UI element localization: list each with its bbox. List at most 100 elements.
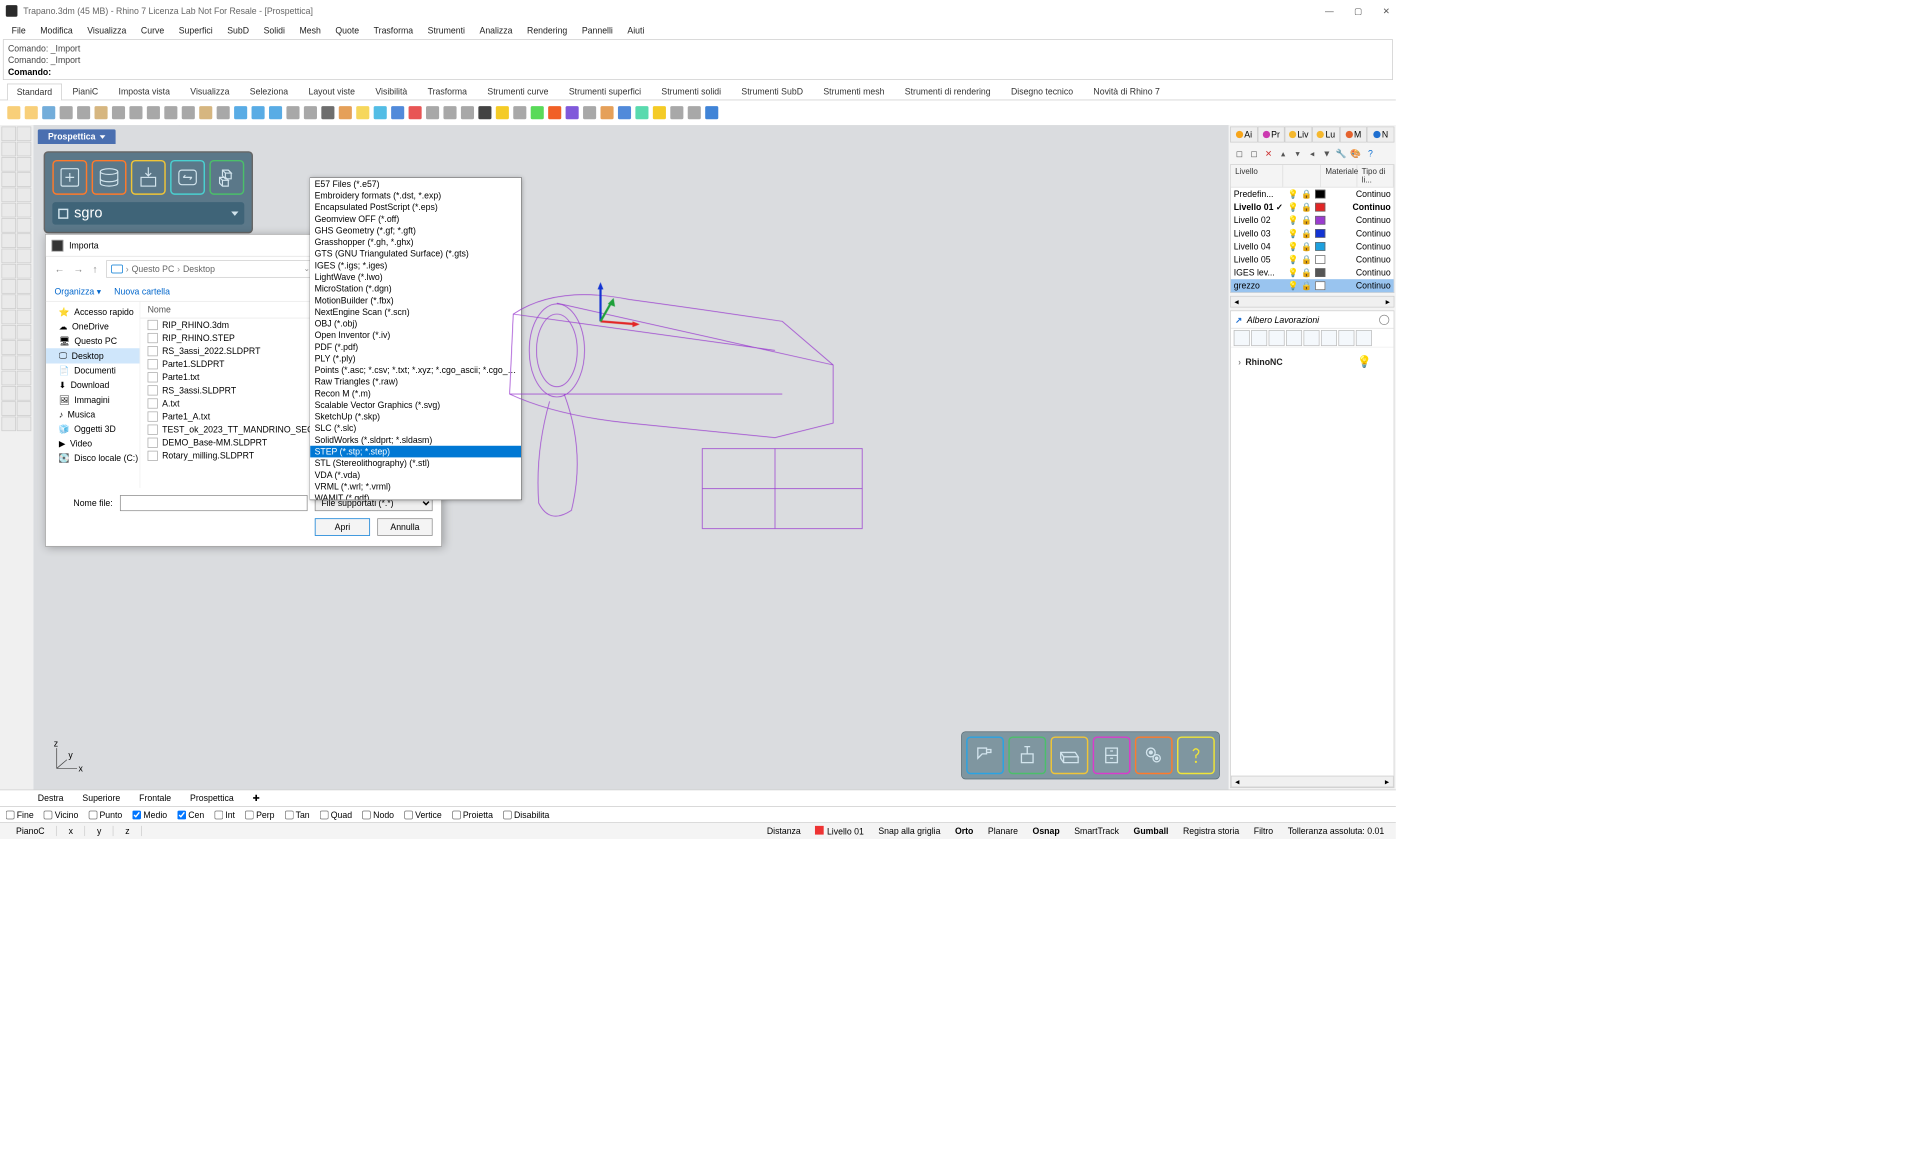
toolbar-button-8[interactable] xyxy=(145,105,161,121)
tool-24[interactable] xyxy=(1,310,16,325)
color-icon[interactable]: 🎨 xyxy=(1349,147,1362,160)
tool-9[interactable] xyxy=(17,188,32,203)
tree-item[interactable]: ☁OneDrive xyxy=(46,319,140,334)
viewport-prospettica[interactable]: Prospettica xzy xyxy=(33,125,1228,789)
view-tab-superiore[interactable]: Superiore xyxy=(74,791,129,806)
layer-row[interactable]: Predefin...💡🔒Continuo xyxy=(1231,188,1394,201)
rhinonc-tool-6[interactable] xyxy=(1338,330,1354,346)
command-area[interactable]: Comando: _Import Comando: _Import Comand… xyxy=(3,39,1393,80)
action-stock[interactable] xyxy=(1051,736,1089,774)
tool-33[interactable] xyxy=(17,371,32,386)
layer-row[interactable]: grezzo💡🔒Continuo xyxy=(1231,279,1394,292)
rhinonc-tool-2[interactable] xyxy=(1269,330,1285,346)
tree-item[interactable]: 💽Disco locale (C:) xyxy=(46,451,140,466)
toolbar-button-35[interactable] xyxy=(616,105,632,121)
status-osnap[interactable]: Osnap xyxy=(1025,826,1067,836)
filetype-option[interactable]: Recon M (*.m) xyxy=(310,387,521,399)
tool-16[interactable] xyxy=(1,249,16,264)
tool-11[interactable] xyxy=(17,203,32,218)
toolbar-button-3[interactable] xyxy=(58,105,74,121)
menu-curve[interactable]: Curve xyxy=(135,24,170,37)
add-view-tab[interactable]: ✚ xyxy=(244,791,269,806)
tab-disegno-tecnico[interactable]: Disegno tecnico xyxy=(1002,83,1083,100)
osnap-int[interactable]: Int xyxy=(214,810,235,820)
menu-trasforma[interactable]: Trasforma xyxy=(368,24,419,37)
tree-item[interactable]: ⬇Download xyxy=(46,378,140,393)
filetype-option[interactable]: Embroidery formats (*.dst, *.exp) xyxy=(310,190,521,202)
layer-row[interactable]: Livello 04💡🔒Continuo xyxy=(1231,240,1394,253)
toolbar-button-20[interactable] xyxy=(355,105,371,121)
filetype-option[interactable]: SketchUp (*.skp) xyxy=(310,411,521,423)
tab-visualizza[interactable]: Visualizza xyxy=(181,83,239,100)
tools-icon[interactable]: 🔧 xyxy=(1335,147,1348,160)
filter-icon[interactable]: ▼ xyxy=(1320,147,1333,160)
filetype-option[interactable]: E57 Files (*.e57) xyxy=(310,178,521,190)
panel-tab-pr[interactable]: Pr xyxy=(1257,126,1284,142)
move-down-icon[interactable]: ▾ xyxy=(1291,147,1304,160)
tool-21[interactable] xyxy=(17,279,32,294)
panel-tab-n[interactable]: N xyxy=(1367,126,1394,142)
toolbar-button-4[interactable] xyxy=(76,105,92,121)
tool-15[interactable] xyxy=(17,233,32,248)
rhinonc-scroll[interactable]: ◂▸ xyxy=(1231,776,1394,788)
lightbulb-icon[interactable]: 💡 xyxy=(1357,355,1371,370)
toolbar-button-23[interactable] xyxy=(407,105,423,121)
tool-12[interactable] xyxy=(1,218,16,233)
layer-row[interactable]: Livello 03💡🔒Continuo xyxy=(1231,227,1394,240)
status-smarttrack[interactable]: SmartTrack xyxy=(1067,826,1126,836)
col-material[interactable]: Materiale xyxy=(1321,165,1357,187)
tree-item[interactable]: ♪Musica xyxy=(46,407,140,422)
tool-34[interactable] xyxy=(1,386,16,401)
rhinonc-tool-3[interactable] xyxy=(1286,330,1302,346)
rhinonc-tool-5[interactable] xyxy=(1321,330,1337,346)
osnap-punto[interactable]: Punto xyxy=(89,810,123,820)
tool-26[interactable] xyxy=(1,325,16,340)
filetype-option[interactable]: WAMIT (*.gdf) xyxy=(310,492,521,500)
osnap-vertice[interactable]: Vertice xyxy=(404,810,442,820)
tool-38[interactable] xyxy=(1,417,16,432)
tab-standard[interactable]: Standard xyxy=(7,84,61,101)
tab-strumenti-superfici[interactable]: Strumenti superfici xyxy=(559,83,650,100)
status-filtro[interactable]: Filtro xyxy=(1246,826,1280,836)
osnap-quad[interactable]: Quad xyxy=(320,810,352,820)
filetype-option[interactable]: PLY (*.ply) xyxy=(310,353,521,365)
tab-strumenti-solidi[interactable]: Strumenti solidi xyxy=(652,83,731,100)
move-up-icon[interactable]: ▴ xyxy=(1277,147,1290,160)
filetype-option[interactable]: Encapsulated PostScript (*.eps) xyxy=(310,201,521,213)
filetype-option[interactable]: MicroStation (*.dgn) xyxy=(310,283,521,295)
toolbar-button-2[interactable] xyxy=(41,105,57,121)
menu-modifica[interactable]: Modifica xyxy=(34,24,78,37)
filetype-option[interactable]: STEP (*.stp; *.step) xyxy=(310,446,521,458)
toolbar-button-11[interactable] xyxy=(198,105,214,121)
tab-strumenti-subd[interactable]: Strumenti SubD xyxy=(732,83,812,100)
osnap-proietta[interactable]: Proietta xyxy=(452,810,493,820)
tab-imposta-vista[interactable]: Imposta vista xyxy=(109,83,179,100)
status-orto[interactable]: Orto xyxy=(948,826,981,836)
open-button[interactable]: Apri xyxy=(315,518,370,535)
filetype-option[interactable]: NextEngine Scan (*.scn) xyxy=(310,306,521,318)
expand-left-icon[interactable]: ◂ xyxy=(1306,147,1319,160)
filetype-option[interactable]: Raw Triangles (*.raw) xyxy=(310,376,521,388)
tree-item[interactable]: ⭐Accesso rapido xyxy=(46,305,140,320)
tree-item[interactable]: 🖵Desktop xyxy=(46,348,140,363)
tool-2[interactable] xyxy=(1,142,16,157)
tool-0[interactable] xyxy=(1,126,16,141)
tool-6[interactable] xyxy=(1,172,16,187)
tool-35[interactable] xyxy=(17,386,32,401)
status-snap-alla-griglia[interactable]: Snap alla griglia xyxy=(871,826,948,836)
filetype-option[interactable]: LightWave (*.lwo) xyxy=(310,271,521,283)
menu-subd[interactable]: SubD xyxy=(221,24,254,37)
rhinonc-tool-0[interactable] xyxy=(1234,330,1250,346)
tree-item[interactable]: ▶Video xyxy=(46,436,140,451)
menu-strumenti[interactable]: Strumenti xyxy=(422,24,471,37)
tool-13[interactable] xyxy=(17,218,32,233)
toolbar-button-10[interactable] xyxy=(180,105,196,121)
new-sublayer-icon[interactable]: ◻ xyxy=(1248,147,1261,160)
menu-quote[interactable]: Quote xyxy=(330,24,365,37)
toolbar-button-34[interactable] xyxy=(599,105,615,121)
menu-rendering[interactable]: Rendering xyxy=(521,24,573,37)
filetype-option[interactable]: GTS (GNU Triangulated Surface) (*.gts) xyxy=(310,248,521,260)
toolbar-button-22[interactable] xyxy=(390,105,406,121)
action-drill[interactable] xyxy=(966,736,1004,774)
tab-seleziona[interactable]: Seleziona xyxy=(240,83,297,100)
